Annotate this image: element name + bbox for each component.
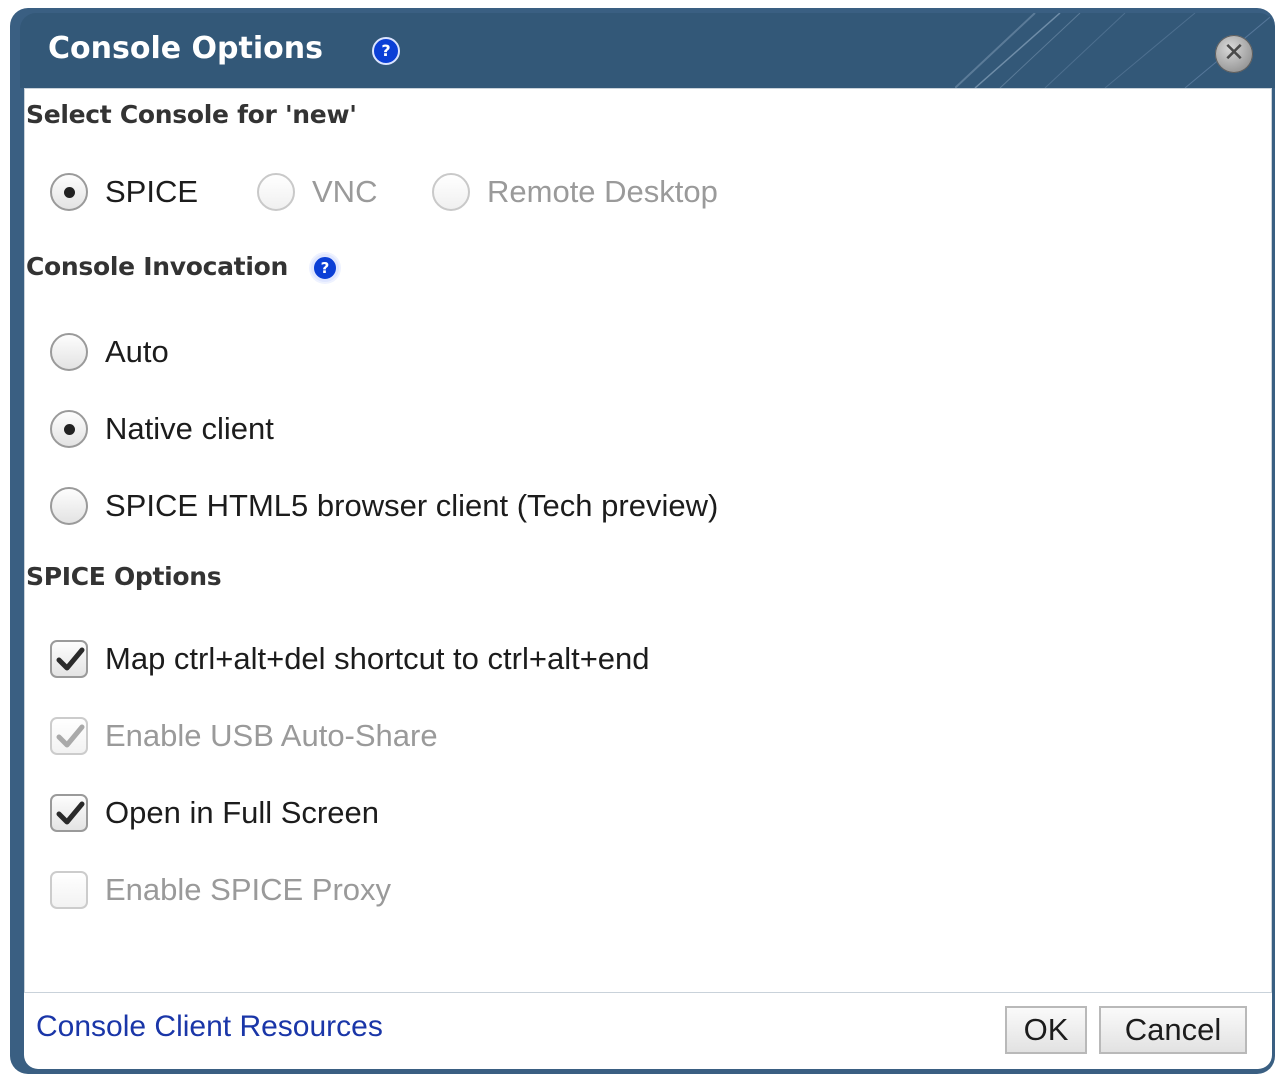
spice-proxy-checkbox — [50, 871, 88, 909]
vnc-label: VNC — [312, 174, 378, 209]
option-map-ctrl-alt-del[interactable]: Map ctrl+alt+del shortcut to ctrl+alt+en… — [50, 637, 650, 681]
console-invocation-help-icon[interactable]: ? — [311, 254, 339, 282]
title-help-icon[interactable]: ? — [372, 37, 400, 65]
console-option-vnc: VNC — [257, 170, 377, 214]
remote-desktop-label: Remote Desktop — [487, 174, 718, 209]
usb-auto-share-checkbox — [50, 717, 88, 755]
invocation-option-auto[interactable]: Auto — [50, 330, 169, 374]
usb-auto-share-label: Enable USB Auto-Share — [105, 718, 438, 753]
spice-options-heading: SPICE Options — [26, 562, 222, 591]
option-usb-auto-share: Enable USB Auto-Share — [50, 714, 438, 758]
select-console-heading: Select Console for 'new' — [26, 100, 357, 129]
console-client-resources-link[interactable]: Console Client Resources — [36, 1010, 383, 1044]
checkmark-icon — [56, 801, 85, 825]
vnc-radio — [257, 173, 295, 211]
spice-proxy-label: Enable SPICE Proxy — [105, 872, 392, 907]
checkmark-icon — [56, 724, 85, 748]
option-full-screen[interactable]: Open in Full Screen — [50, 791, 379, 835]
ok-button[interactable]: OK — [1005, 1006, 1087, 1054]
close-icon[interactable]: ✕ — [1215, 35, 1253, 73]
html5-radio[interactable] — [50, 487, 88, 525]
auto-label: Auto — [105, 334, 169, 369]
full-screen-checkbox[interactable] — [50, 794, 88, 832]
spice-radio[interactable] — [50, 173, 88, 211]
html5-label: SPICE HTML5 browser client (Tech preview… — [105, 488, 719, 523]
spice-label: SPICE — [105, 174, 199, 209]
dialog-title-bar: Console Options ? ✕ — [20, 13, 1275, 88]
invocation-option-native-client[interactable]: Native client — [50, 407, 274, 451]
map-ctrl-alt-del-checkbox[interactable] — [50, 640, 88, 678]
native-client-radio[interactable] — [50, 410, 88, 448]
option-spice-proxy: Enable SPICE Proxy — [50, 868, 391, 912]
console-invocation-heading: Console Invocation — [26, 252, 288, 281]
checkmark-icon — [56, 647, 85, 671]
dialog-body — [24, 88, 1272, 993]
auto-radio[interactable] — [50, 333, 88, 371]
console-option-spice[interactable]: SPICE — [50, 170, 198, 214]
invocation-option-html5[interactable]: SPICE HTML5 browser client (Tech preview… — [50, 484, 718, 528]
cancel-button[interactable]: Cancel — [1099, 1006, 1247, 1054]
remote-desktop-radio — [432, 173, 470, 211]
full-screen-label: Open in Full Screen — [105, 795, 379, 830]
map-ctrl-alt-del-label: Map ctrl+alt+del shortcut to ctrl+alt+en… — [105, 641, 650, 676]
console-option-remote-desktop: Remote Desktop — [432, 170, 718, 214]
native-client-label: Native client — [105, 411, 274, 446]
dialog-title: Console Options — [48, 31, 323, 66]
